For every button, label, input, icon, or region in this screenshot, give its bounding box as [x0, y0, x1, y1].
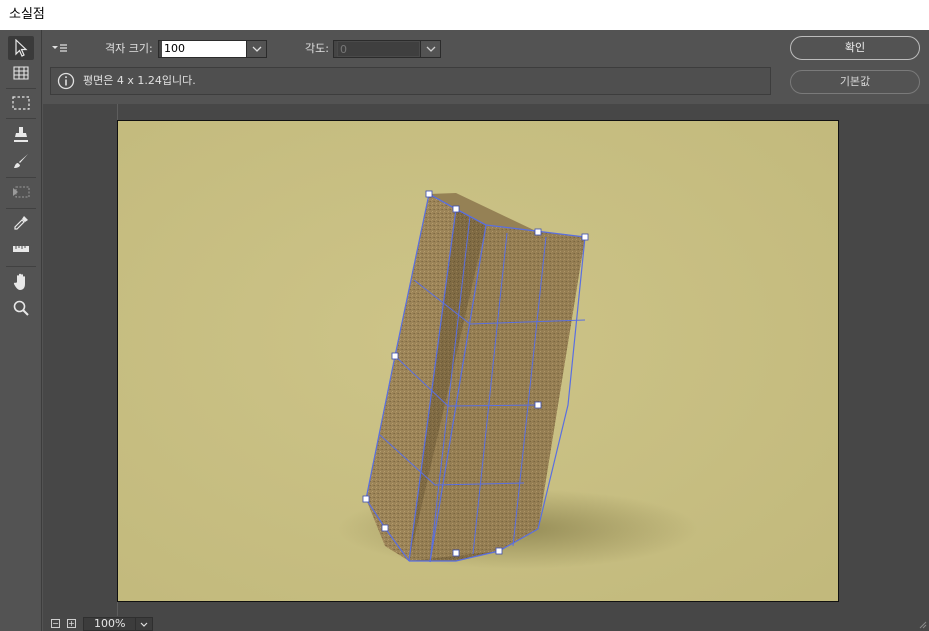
grid-size-label: 격자 크기: [105, 42, 153, 55]
brush-tool-icon [14, 154, 28, 168]
marquee-tool-icon [12, 96, 30, 110]
angle-input[interactable]: 0 [337, 41, 420, 57]
resize-grip-icon[interactable] [919, 621, 927, 629]
create-plane-tool[interactable] [8, 61, 34, 85]
edit-plane-tool-icon [15, 39, 28, 57]
create-plane-tool-icon [13, 66, 29, 80]
grid-size-input[interactable]: 100 [162, 41, 246, 57]
hand-tool-icon [13, 273, 25, 290]
options-bar: 격자 크기: 100 각도: 0 평면은 4 x 1.24입니다. 확인 기본값 [42, 30, 929, 104]
angle-combo[interactable]: 0 [333, 40, 441, 58]
eyedropper-tool[interactable] [8, 211, 34, 235]
title-bar: 소실점 [0, 0, 929, 30]
info-icon [57, 72, 75, 90]
grid-handle[interactable] [534, 401, 542, 409]
zoom-in-button[interactable]: + [67, 619, 76, 628]
scene-image[interactable] [118, 121, 838, 601]
zoom-level-value: 100% [94, 617, 126, 630]
marquee-tool[interactable] [8, 91, 34, 115]
grid-handle[interactable] [425, 190, 433, 198]
grid-handle[interactable] [452, 205, 460, 213]
ok-button[interactable]: 확인 [790, 36, 920, 60]
plane-info-text: 평면은 4 x 1.24입니다. [83, 74, 196, 87]
chevron-down-icon [140, 622, 148, 627]
zoom-dropdown-button[interactable] [135, 618, 152, 630]
stamp-tool-icon [14, 127, 28, 142]
status-bar: − + 100% [43, 616, 929, 631]
preview-area[interactable] [43, 104, 929, 616]
eyedropper-tool-icon [14, 216, 28, 230]
window-title: 소실점 [9, 7, 45, 22]
chevron-down-icon [252, 46, 261, 52]
image-canvas[interactable] [117, 120, 839, 602]
measure-tool[interactable] [8, 237, 34, 261]
tool-panel [0, 30, 42, 631]
info-bar: 평면은 4 x 1.24입니다. [50, 67, 771, 95]
zoom-tool-icon [13, 300, 29, 316]
measure-tool-icon [13, 246, 29, 252]
brush-tool[interactable] [8, 149, 34, 173]
grid-handle[interactable] [534, 228, 542, 236]
zoom-tool[interactable] [8, 296, 34, 320]
grid-handle[interactable] [391, 352, 399, 360]
angle-label: 각도: [305, 42, 329, 55]
angle-dropdown-button[interactable] [420, 41, 440, 57]
grid-size-combo[interactable]: 100 [158, 40, 267, 58]
hand-tool[interactable] [8, 270, 34, 294]
grid-handle[interactable] [381, 524, 389, 532]
flyout-menu-icon [52, 44, 67, 52]
transform-tool-icon [13, 186, 30, 198]
panel-menu-button[interactable] [52, 42, 70, 56]
edit-plane-tool[interactable] [8, 36, 34, 60]
default-button[interactable]: 기본값 [790, 70, 920, 94]
chevron-down-icon [426, 46, 435, 52]
zoom-out-button[interactable]: − [51, 619, 60, 628]
grid-size-dropdown-button[interactable] [246, 41, 266, 57]
grid-handle[interactable] [452, 549, 460, 557]
grid-handle[interactable] [495, 547, 503, 555]
grid-handle[interactable] [362, 495, 370, 503]
zoom-level-combo[interactable]: 100% [83, 617, 153, 631]
stamp-tool[interactable] [8, 123, 34, 147]
grid-handle[interactable] [581, 233, 589, 241]
transform-tool[interactable] [8, 180, 34, 204]
